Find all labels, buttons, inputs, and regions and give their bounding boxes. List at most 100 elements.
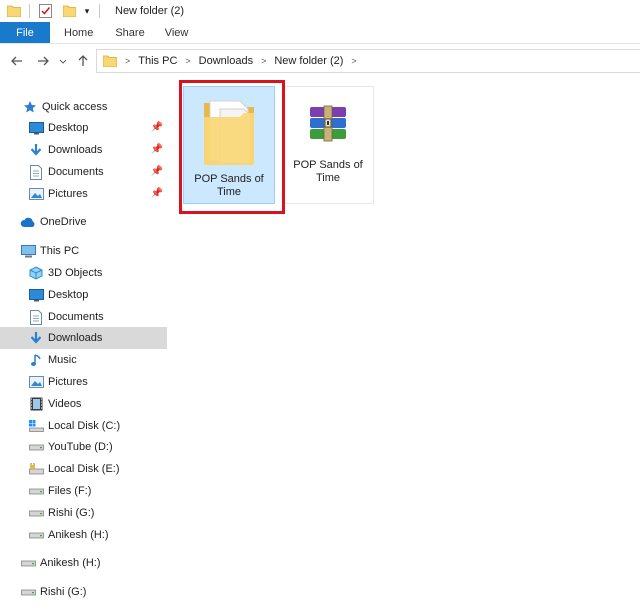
sidebar-item-documents[interactable]: Documents xyxy=(0,306,167,328)
pictures-icon xyxy=(28,186,44,202)
drive-icon xyxy=(28,505,44,521)
sidebar-item-label: Anikesh (H:) xyxy=(48,529,109,541)
breadcrumb-downloads[interactable]: Downloads xyxy=(195,55,257,67)
sidebar-item-pictures[interactable]: Pictures xyxy=(0,371,167,393)
sidebar-item-anikesh-h-root[interactable]: Anikesh (H:) xyxy=(0,552,167,574)
sidebar-item-local-disk-e[interactable]: Local Disk (E:) xyxy=(0,458,167,480)
chevron-right-icon[interactable]: > xyxy=(121,56,134,66)
sidebar-item-rishi-g[interactable]: Rishi (G:) xyxy=(0,502,167,524)
sidebar-item-label: Anikesh (H:) xyxy=(40,557,101,569)
sidebar-item-label: This PC xyxy=(40,245,80,257)
navigation-pane: Quick access Desktop 📌 Downloads 📌 Docum… xyxy=(0,96,167,616)
properties-icon[interactable] xyxy=(37,3,53,19)
sidebar-item-label: Local Disk (E:) xyxy=(48,463,120,475)
pin-icon[interactable]: 📌 xyxy=(151,122,163,133)
sidebar-item-onedrive[interactable]: OneDrive xyxy=(0,211,167,233)
sidebar-item-this-pc[interactable]: This PC xyxy=(0,240,167,262)
sidebar-item-label: Pictures xyxy=(48,188,88,200)
sidebar-item-label: Desktop xyxy=(48,289,89,301)
sidebar-item-files-f[interactable]: Files (F:) xyxy=(0,480,167,502)
sidebar-item-label: Documents xyxy=(48,311,104,323)
up-button[interactable] xyxy=(70,49,96,73)
arrow-up-icon xyxy=(78,55,88,66)
selection-highlight-box xyxy=(179,80,285,214)
chevron-right-icon[interactable]: > xyxy=(181,56,194,66)
ribbon-tabs: File Home Share View xyxy=(0,22,640,44)
sidebar-item-rishi-g-root[interactable]: Rishi (G:) xyxy=(0,581,167,603)
drive-icon xyxy=(20,584,36,600)
address-bar[interactable]: > This PC > Downloads > New folder (2) > xyxy=(96,49,640,73)
cube-icon xyxy=(28,265,44,281)
breadcrumb-new-folder-2[interactable]: New folder (2) xyxy=(270,55,347,67)
drive-icon xyxy=(28,483,44,499)
pin-icon[interactable]: 📌 xyxy=(151,144,163,155)
sidebar-item-label: 3D Objects xyxy=(48,267,103,279)
drive-icon xyxy=(20,555,36,571)
divider xyxy=(29,4,30,18)
sidebar-item-quick-access[interactable]: Quick access xyxy=(0,96,167,118)
winrar-archive-icon xyxy=(306,105,350,145)
archive-item-pop-sands-of-time[interactable]: POP Sands of Time xyxy=(282,86,374,204)
sidebar-item-label: Documents xyxy=(48,166,104,178)
new-folder-icon[interactable] xyxy=(61,3,77,19)
file-list: POP Sands of Time POP Sands of Time xyxy=(170,78,640,616)
sidebar-item-label: OneDrive xyxy=(40,216,87,228)
sidebar-item-pictures-pinned[interactable]: Pictures 📌 xyxy=(0,183,167,205)
chevron-down-icon xyxy=(59,59,67,64)
sidebar-item-label: Downloads xyxy=(48,332,103,344)
music-note-icon xyxy=(28,352,44,368)
download-arrow-icon xyxy=(28,330,44,346)
tab-home[interactable]: Home xyxy=(50,22,109,43)
sidebar-item-label: Downloads xyxy=(48,144,103,156)
sidebar-item-local-disk-c[interactable]: Local Disk (C:) xyxy=(0,415,167,437)
download-arrow-icon xyxy=(28,142,44,158)
navigation-bar: > This PC > Downloads > New folder (2) > xyxy=(0,45,640,77)
tab-share[interactable]: Share xyxy=(109,22,160,43)
sidebar-item-desktop-pinned[interactable]: Desktop 📌 xyxy=(0,117,167,139)
tab-view[interactable]: View xyxy=(161,22,205,43)
forward-button[interactable] xyxy=(30,49,56,73)
breadcrumb-this-pc[interactable]: This PC xyxy=(134,55,181,67)
sidebar-item-label: Rishi (G:) xyxy=(48,507,95,519)
sidebar-item-label: Files (F:) xyxy=(48,485,92,497)
computer-icon xyxy=(20,243,36,259)
sidebar-item-label: Quick access xyxy=(42,101,108,113)
sidebar-item-label: Desktop xyxy=(48,122,89,134)
chevron-right-icon[interactable]: > xyxy=(347,56,360,66)
arrow-left-icon xyxy=(11,56,22,66)
recent-locations-button[interactable] xyxy=(56,49,70,73)
drive-icon xyxy=(28,439,44,455)
sidebar-item-downloads-pinned[interactable]: Downloads 📌 xyxy=(0,139,167,161)
cloud-icon xyxy=(20,214,36,230)
chevron-right-icon[interactable]: > xyxy=(257,56,270,66)
desktop-icon xyxy=(28,120,44,136)
sidebar-item-anikesh-h[interactable]: Anikesh (H:) xyxy=(0,524,167,546)
item-label: POP Sands of Time xyxy=(293,159,363,184)
title-bar: ▾ New folder (2) xyxy=(0,0,640,22)
desktop-icon xyxy=(28,287,44,303)
folder-icon xyxy=(103,55,117,67)
customize-quick-access-icon[interactable]: ▾ xyxy=(79,3,95,19)
drive-icon xyxy=(28,527,44,543)
sidebar-item-documents-pinned[interactable]: Documents 📌 xyxy=(0,161,167,183)
sidebar-item-3d-objects[interactable]: 3D Objects xyxy=(0,262,167,284)
sidebar-item-label: Rishi (G:) xyxy=(40,586,87,598)
document-icon xyxy=(28,164,44,180)
star-icon xyxy=(22,99,38,115)
sidebar-item-desktop[interactable]: Desktop xyxy=(0,284,167,306)
divider xyxy=(99,4,100,18)
tab-file[interactable]: File xyxy=(0,22,50,43)
film-icon xyxy=(28,396,44,412)
sidebar-item-music[interactable]: Music xyxy=(0,349,167,371)
sidebar-item-label: Local Disk (C:) xyxy=(48,420,121,432)
sidebar-item-label: Music xyxy=(48,354,77,366)
sidebar-item-youtube-d[interactable]: YouTube (D:) xyxy=(0,436,167,458)
document-icon xyxy=(28,309,44,325)
pin-icon[interactable]: 📌 xyxy=(151,166,163,177)
pin-icon[interactable]: 📌 xyxy=(151,188,163,199)
folder-icon xyxy=(6,3,22,19)
sidebar-item-downloads[interactable]: Downloads xyxy=(0,327,167,349)
sidebar-item-label: Videos xyxy=(48,398,82,410)
sidebar-item-videos[interactable]: Videos xyxy=(0,393,167,415)
back-button[interactable] xyxy=(4,49,30,73)
